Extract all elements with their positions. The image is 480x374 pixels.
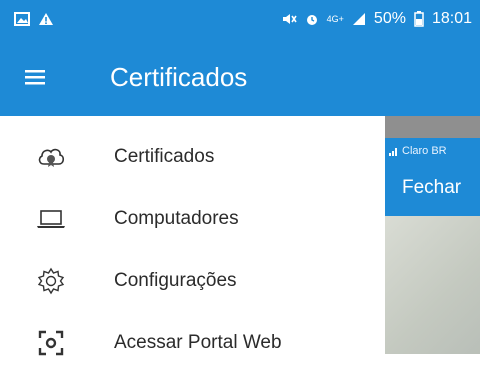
overlay-screen: Claro BR Fechar xyxy=(385,138,480,354)
app-bar: Certificados xyxy=(0,38,480,116)
laptop-icon xyxy=(36,204,66,234)
camera-view xyxy=(385,216,480,354)
close-button[interactable]: Fechar xyxy=(402,177,461,199)
overlay-status-bar: Claro BR xyxy=(389,145,447,157)
drawer-item-configuracoes[interactable]: Configurações xyxy=(0,250,385,312)
drawer-item-label: Acessar Portal Web xyxy=(114,332,282,353)
drawer-item-label: Certificados xyxy=(114,146,215,167)
drawer-item-label: Configurações xyxy=(114,270,237,291)
overlay-header: Claro BR Fechar xyxy=(385,138,480,216)
drawer-item-computadores[interactable]: Computadores xyxy=(0,188,385,250)
hamburger-menu-icon xyxy=(25,70,45,85)
signal-icon xyxy=(352,13,365,25)
drawer-item-certificados[interactable]: Certificados xyxy=(0,126,385,188)
carrier-name: Claro BR xyxy=(402,145,447,157)
image-icon xyxy=(14,12,30,26)
battery-percent: 50% xyxy=(373,10,406,27)
gear-icon xyxy=(36,266,66,296)
drawer-item-acessar-portal-web[interactable]: Acessar Portal Web xyxy=(0,312,385,374)
status-left xyxy=(14,12,54,26)
network-type: 4G+ xyxy=(326,14,344,24)
status-right: 4G+ 50% 18:01 xyxy=(281,10,472,28)
signal-icon xyxy=(389,147,397,156)
mute-icon xyxy=(282,14,297,24)
menu-button[interactable] xyxy=(0,38,70,116)
drawer-item-label: Computadores xyxy=(114,208,239,229)
alarm-icon xyxy=(306,15,317,25)
cloud-certificate-icon xyxy=(36,142,66,172)
battery-icon xyxy=(414,11,424,27)
status-time: 18:01 xyxy=(431,10,472,27)
drawer-list: Certificados Computadores Configurações … xyxy=(0,126,385,374)
page-title: Certificados xyxy=(110,61,248,92)
warning-icon xyxy=(39,13,53,25)
status-bar: 4G+ 50% 18:01 xyxy=(0,0,480,38)
